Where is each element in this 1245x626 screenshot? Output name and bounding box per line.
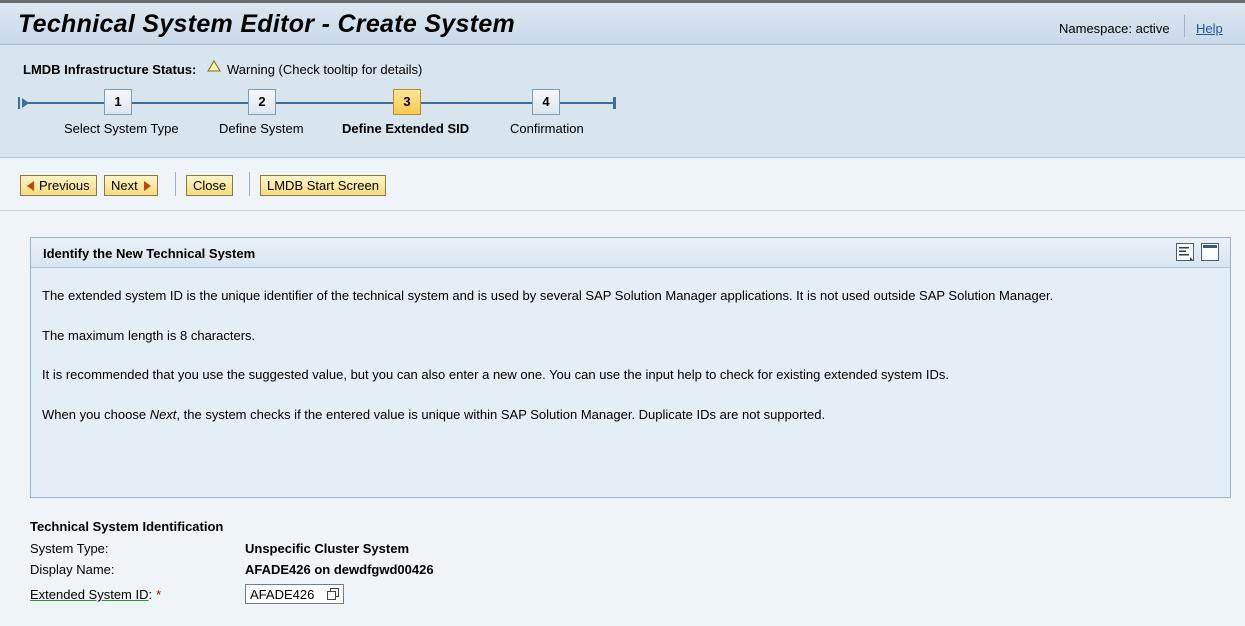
- lmdb-start-screen-button[interactable]: LMDB Start Screen: [260, 175, 386, 196]
- toolbar-separator: [175, 172, 176, 196]
- roadmap-step-2[interactable]: 2: [248, 89, 276, 115]
- identification-title: Technical System Identification: [30, 519, 224, 534]
- display-name-label: Display Name:: [30, 562, 115, 577]
- next-button[interactable]: Next: [104, 175, 158, 196]
- previous-button[interactable]: Previous: [20, 175, 97, 196]
- system-type-value: Unspecific Cluster System: [245, 541, 410, 556]
- input-help-icon[interactable]: [326, 587, 340, 601]
- help-link[interactable]: Help: [1196, 21, 1223, 36]
- panel-paragraph: The maximum length is 8 characters.: [42, 328, 256, 343]
- roadmap-step-1[interactable]: 1: [104, 89, 132, 115]
- panel-paragraph: When you choose Next, the system checks …: [42, 407, 826, 422]
- close-button[interactable]: Close: [186, 175, 234, 196]
- roadmap-step-4-label[interactable]: Confirmation: [510, 121, 584, 136]
- required-marker: *: [156, 587, 162, 602]
- roadmap-end-icon: [600, 97, 616, 109]
- arrow-right-icon: [143, 181, 151, 191]
- roadmap-step-3-label[interactable]: Define Extended SID: [342, 121, 469, 136]
- roadmap-area: LMDB Infrastructure Status: Warning (Che…: [0, 45, 1245, 158]
- namespace-status: Namespace: active: [1059, 21, 1170, 36]
- roadmap-step-1-label[interactable]: Select System Type: [64, 121, 179, 136]
- navigation-toolbar: Previous Next Close LMDB Start Screen: [0, 158, 1245, 211]
- roadmap-step-3[interactable]: 3: [393, 89, 421, 115]
- roadmap-start-icon: [18, 97, 35, 109]
- arrow-left-icon: [27, 181, 34, 191]
- system-type-label: System Type:: [30, 541, 109, 556]
- roadmap-step-4[interactable]: 4: [532, 89, 560, 115]
- panel-title: Identify the New Technical System: [43, 246, 256, 261]
- lmdb-status-label: LMDB Infrastructure Status:: [23, 62, 197, 77]
- page-title: Technical System Editor - Create System: [18, 10, 516, 38]
- extended-system-id-label: Extended System ID: *: [30, 587, 162, 602]
- panel-paragraph: It is recommended that you use the sugge…: [42, 367, 949, 382]
- lmdb-status-text: Warning (Check tooltip for details): [227, 62, 423, 77]
- display-name-value: AFADE426 on dewdfgwd00426: [245, 562, 434, 577]
- panel-header: Identify the New Technical System: [31, 238, 1230, 268]
- collapse-panel-icon[interactable]: [1200, 242, 1220, 262]
- panel-paragraph: The extended system ID is the unique ide…: [42, 288, 1054, 303]
- warning-triangle-icon[interactable]: [207, 60, 221, 72]
- header-separator: [1184, 15, 1185, 37]
- identify-system-panel: Identify the New Technical System The ex…: [30, 237, 1231, 498]
- roadmap-step-2-label[interactable]: Define System: [219, 121, 304, 136]
- toolbar-separator: [249, 172, 250, 196]
- text-layout-icon[interactable]: [1175, 242, 1195, 262]
- page-header: Technical System Editor - Create System …: [0, 3, 1245, 45]
